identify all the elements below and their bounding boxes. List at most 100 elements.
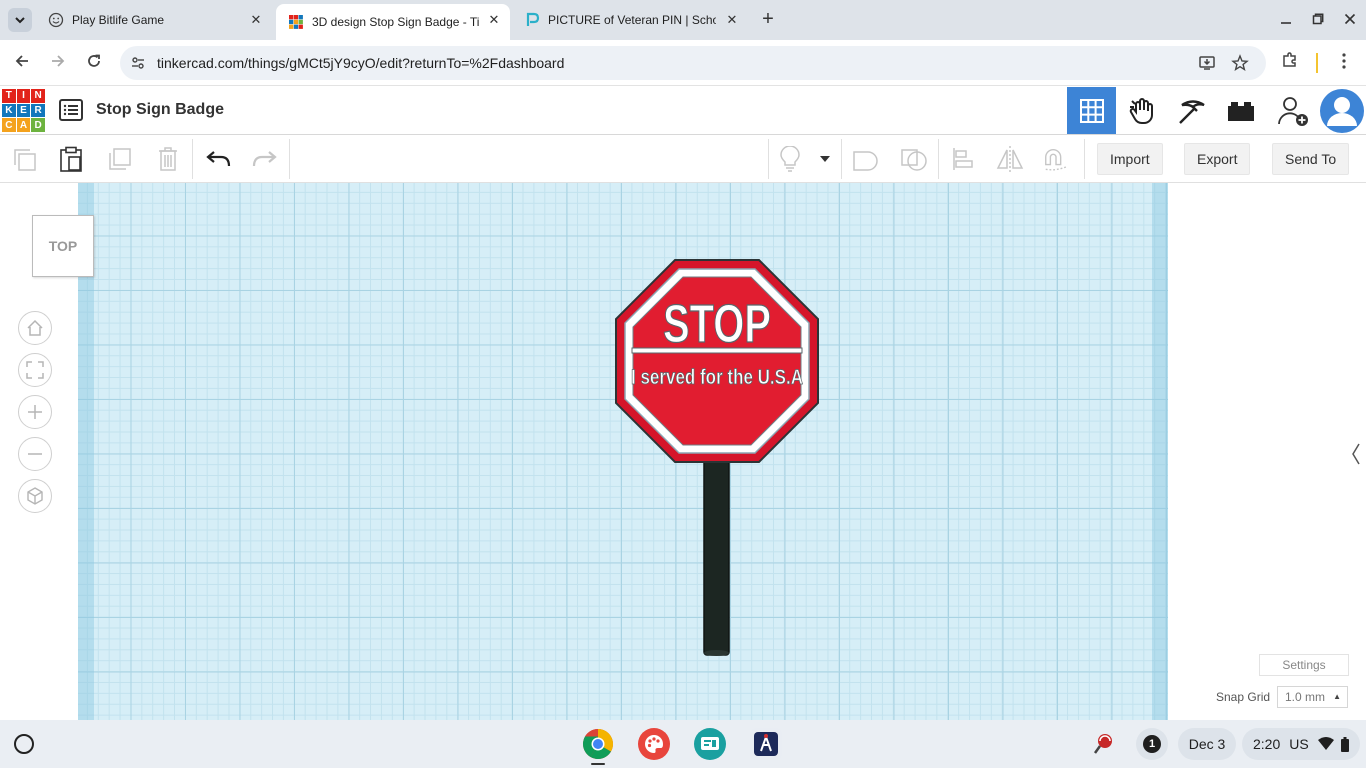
grid-edge-right: [1152, 183, 1168, 720]
undo-icon: [206, 151, 231, 167]
tab-title: PICTURE of Veteran PIN | Scho: [548, 13, 716, 27]
logo-letter: D: [31, 118, 45, 132]
logo-letter: R: [31, 103, 45, 118]
notification-badge[interactable]: 1: [1136, 728, 1168, 760]
game-app-icon[interactable]: [750, 728, 782, 760]
logo-letter: E: [16, 103, 31, 118]
fit-view-icon: [26, 361, 44, 379]
game-character-icon: [754, 732, 778, 756]
view-cube[interactable]: TOP: [32, 215, 94, 277]
snap-grid-select[interactable]: 1.0 mm ▲: [1277, 686, 1348, 708]
perspective-toggle-button[interactable]: [18, 479, 52, 513]
design-menu-icon[interactable]: [59, 99, 83, 121]
mirror-icon: [996, 146, 1024, 172]
zoom-out-button[interactable]: [18, 437, 52, 471]
blocks-view-button[interactable]: [1117, 87, 1166, 134]
show-all-button[interactable]: [776, 145, 804, 173]
toolbar-divider: [938, 139, 939, 179]
reload-button[interactable]: [82, 51, 106, 75]
circuits-view-button[interactable]: [1166, 87, 1215, 134]
smiley-favicon-icon: [48, 12, 64, 28]
group-icon: [853, 151, 878, 171]
sign-post[interactable]: [703, 454, 730, 656]
wifi-icon: [1317, 737, 1334, 750]
tab-tinkercad-design[interactable]: 3D design Stop Sign Badge - Ti ✕: [276, 4, 510, 40]
browser-tab-strip: Play Bitlife Game ✕ 3D design Stop Sign …: [0, 0, 1366, 40]
ungroup-button[interactable]: [900, 145, 928, 173]
show-all-dropdown[interactable]: [812, 145, 838, 173]
copy-button[interactable]: [10, 145, 38, 173]
tab-bitlife[interactable]: Play Bitlife Game ✕: [36, 4, 272, 36]
import-button[interactable]: Import: [1097, 143, 1163, 175]
address-bar[interactable]: tinkercad.com/things/gMCt5jY9cyO/edit?re…: [120, 46, 1266, 80]
zoom-in-button[interactable]: [18, 395, 52, 429]
account-avatar-button[interactable]: [1317, 87, 1366, 134]
paste-button[interactable]: [57, 145, 85, 173]
site-info-icon[interactable]: [130, 55, 146, 71]
browser-menu-button[interactable]: [1332, 51, 1356, 75]
bricks-view-button[interactable]: [1216, 87, 1265, 134]
close-tab-icon[interactable]: ✕: [248, 12, 264, 28]
redo-button[interactable]: [251, 145, 279, 173]
tab-title: 3D design Stop Sign Badge - Ti: [312, 15, 480, 29]
install-app-icon[interactable]: [1198, 54, 1216, 72]
locale-text: US: [1289, 736, 1309, 752]
snap-grid-value: 1.0 mm: [1285, 690, 1326, 704]
ungroup-icon: [901, 149, 927, 171]
picture-favicon-icon: [526, 12, 540, 26]
close-tab-icon[interactable]: ✕: [724, 12, 740, 28]
toolbar-divider: [289, 139, 290, 179]
sign-post-base: [704, 650, 729, 656]
tab-veteran-pin[interactable]: PICTURE of Veteran PIN | Scho ✕: [512, 4, 748, 36]
clock-text: 2:20: [1253, 736, 1281, 752]
status-tray-button[interactable]: 2:20 US: [1242, 728, 1360, 760]
close-tab-icon[interactable]: ✕: [486, 12, 502, 28]
export-button[interactable]: Export: [1184, 143, 1251, 175]
mirror-button[interactable]: [996, 145, 1024, 173]
canvas-app-icon[interactable]: [638, 728, 670, 760]
align-button[interactable]: [950, 145, 978, 173]
plus-icon: [28, 405, 42, 419]
launcher-button[interactable]: [14, 734, 34, 754]
collapse-panel-button[interactable]: [1346, 429, 1366, 479]
bookmark-star-icon[interactable]: [1231, 54, 1249, 72]
stop-sign-model[interactable]: STOP I served for the U.S.A: [614, 257, 820, 657]
chrome-icon: [582, 729, 614, 760]
arrow-right-icon: [52, 55, 65, 67]
logo-letter: K: [2, 103, 16, 118]
home-view-button[interactable]: [18, 311, 52, 345]
forward-button[interactable]: [46, 51, 70, 75]
new-tab-button[interactable]: +: [756, 8, 780, 32]
tray-app-icon[interactable]: [1088, 728, 1120, 760]
logo-letter: N: [31, 89, 45, 103]
date-tray-button[interactable]: Dec 3: [1178, 728, 1236, 760]
duplicate-button[interactable]: [106, 145, 134, 173]
logo-letter: I: [16, 89, 31, 103]
classroom-app-icon[interactable]: [694, 728, 726, 760]
tab-search-button[interactable]: [8, 8, 32, 32]
caret-down-icon: [820, 156, 830, 162]
close-window-button[interactable]: [1338, 8, 1362, 32]
served-text[interactable]: I served for the U.S.A: [631, 366, 804, 390]
chrome-app-icon[interactable]: [582, 728, 614, 760]
tinkercad-logo[interactable]: TIN KER CAD: [2, 89, 45, 132]
toolbar-divider: [768, 139, 769, 179]
battery-icon: [1340, 736, 1349, 752]
invite-collaborator-button[interactable]: [1268, 87, 1317, 134]
restore-icon: [1312, 13, 1324, 25]
cruise-button[interactable]: [1042, 145, 1070, 173]
group-button[interactable]: [852, 145, 880, 173]
restore-window-button[interactable]: [1306, 8, 1330, 32]
fit-all-button[interactable]: [18, 353, 52, 387]
stop-text[interactable]: STOP: [662, 293, 771, 354]
undo-button[interactable]: [204, 145, 232, 173]
3d-design-view-button[interactable]: [1067, 87, 1116, 134]
send-to-button[interactable]: Send To: [1272, 143, 1350, 175]
design-title[interactable]: Stop Sign Badge: [96, 101, 224, 119]
magnet-icon: [1045, 149, 1068, 171]
delete-button[interactable]: [154, 145, 182, 173]
workplane-settings-button[interactable]: Settings: [1259, 654, 1349, 676]
extensions-button[interactable]: [1278, 51, 1302, 75]
minimize-window-button[interactable]: [1274, 8, 1298, 32]
back-button[interactable]: [10, 51, 34, 75]
